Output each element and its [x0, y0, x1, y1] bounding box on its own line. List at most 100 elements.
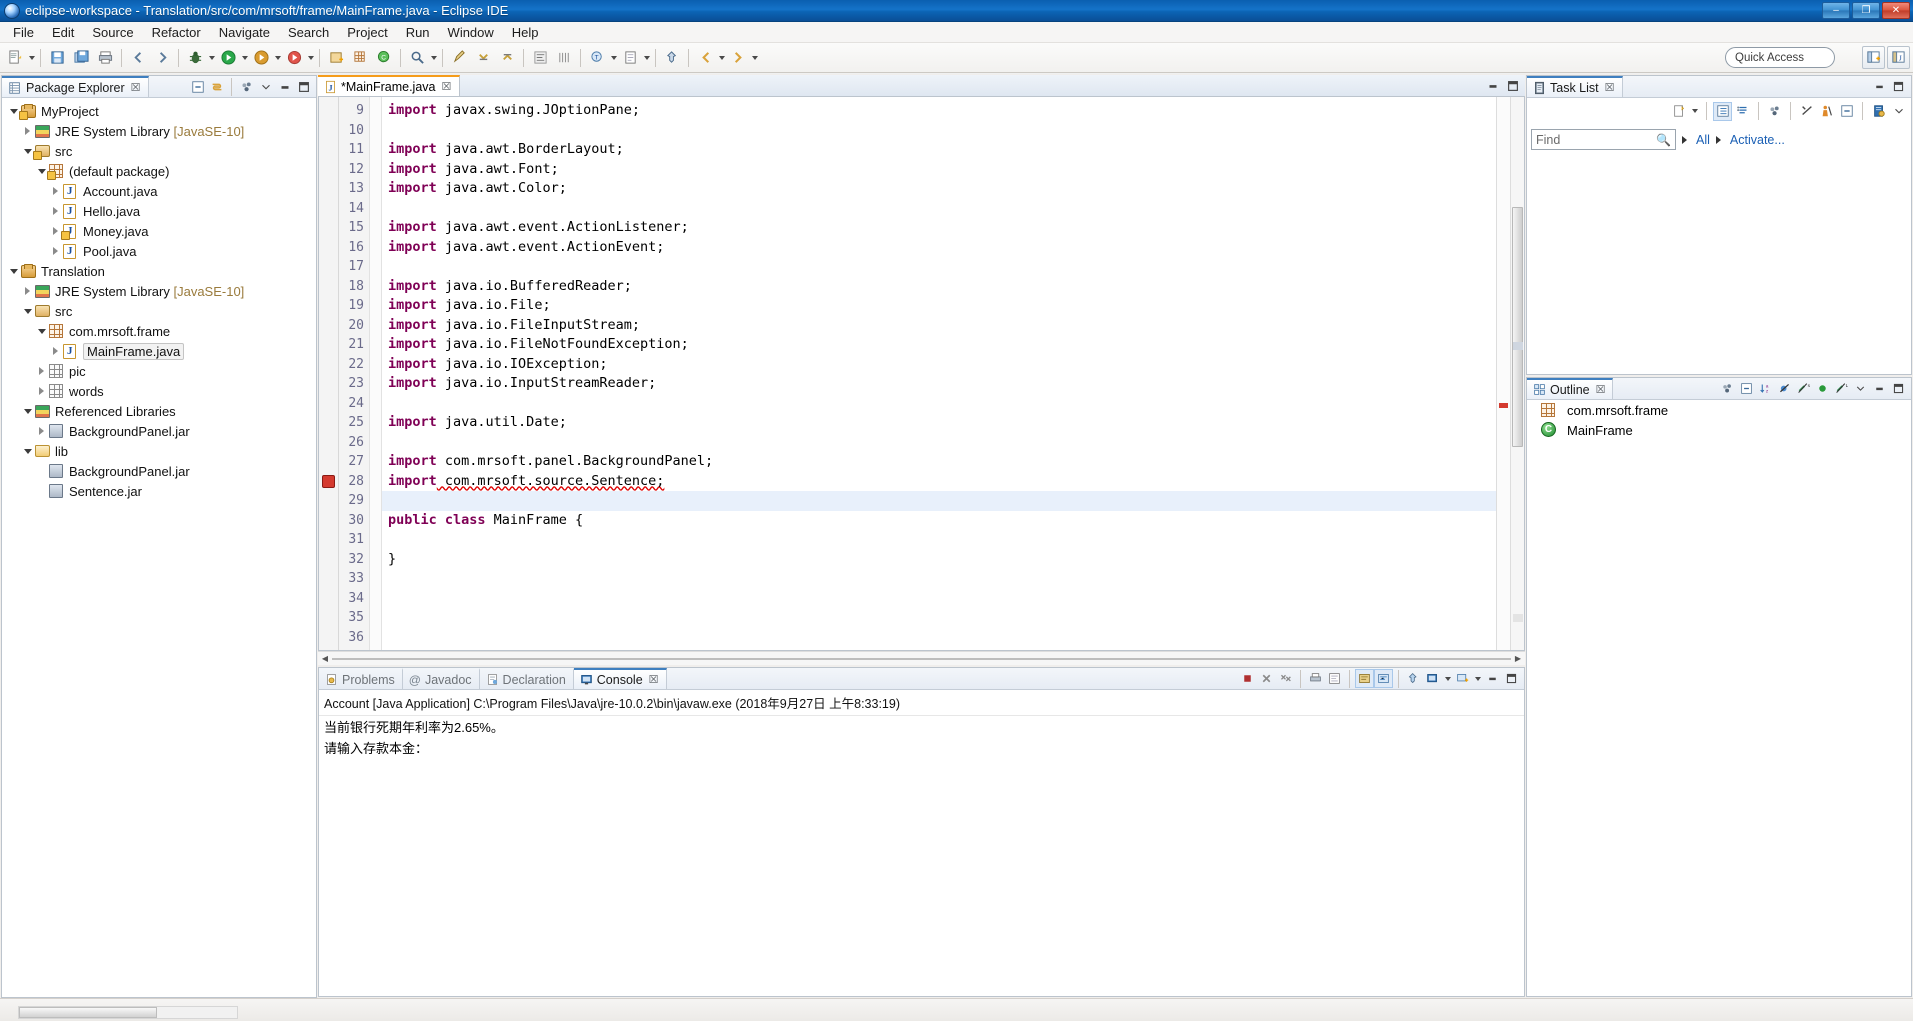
chevron-down-icon[interactable]: [20, 449, 35, 454]
tree-item[interactable]: (default package): [2, 161, 316, 181]
forward-history-dropdown-icon[interactable]: [750, 47, 759, 69]
menu-refactor[interactable]: Refactor: [143, 23, 210, 42]
code-line[interactable]: import java.awt.Color;: [388, 179, 1496, 199]
code-line[interactable]: [388, 608, 1496, 628]
save-icon[interactable]: [46, 47, 68, 69]
scroll-right-icon[interactable]: ▶: [1511, 652, 1525, 665]
chevron-right-icon[interactable]: [1682, 135, 1687, 144]
tree-item[interactable]: Pool.java: [2, 241, 316, 261]
minimize-view-icon[interactable]: [1871, 78, 1888, 95]
restore-tasks-icon[interactable]: [1818, 103, 1835, 120]
back-nav-icon[interactable]: [127, 47, 149, 69]
console-output[interactable]: Account [Java Application] C:\Program Fi…: [319, 690, 1524, 996]
new-dropdown-icon[interactable]: [27, 47, 36, 69]
hide-non-public-icon[interactable]: [1814, 380, 1831, 397]
display-selected-console-icon[interactable]: [1424, 670, 1441, 687]
save-all-icon[interactable]: [70, 47, 92, 69]
coverage-icon[interactable]: [250, 47, 272, 69]
marker-ruler[interactable]: [319, 97, 339, 650]
forward-history-icon[interactable]: [727, 47, 749, 69]
code-line[interactable]: import javax.swing.JOptionPane;: [388, 101, 1496, 121]
tab-declaration[interactable]: Declaration: [480, 668, 574, 689]
scroll-thumb[interactable]: [1512, 207, 1523, 447]
tab-console[interactable]: Console ☒: [573, 668, 667, 689]
toggle-mark-occurrences-icon[interactable]: [529, 47, 551, 69]
maximize-window-button[interactable]: ❐: [1852, 2, 1880, 19]
code-line[interactable]: public class MainFrame {: [388, 511, 1496, 531]
external-tools-icon[interactable]: [283, 47, 305, 69]
quick-access-input[interactable]: Quick Access: [1725, 47, 1835, 68]
tree-item[interactable]: Money.java: [2, 221, 316, 241]
tree-item[interactable]: BackgroundPanel.jar: [2, 461, 316, 481]
tree-item[interactable]: lib: [2, 441, 316, 461]
chevron-down-icon[interactable]: [257, 78, 274, 95]
code-line[interactable]: [388, 628, 1496, 648]
next-annotation-icon[interactable]: [472, 47, 494, 69]
collapse-all-icon[interactable]: [189, 78, 206, 95]
synchronize-changed-icon[interactable]: [1798, 103, 1815, 120]
code-line[interactable]: import java.awt.BorderLayout;: [388, 140, 1496, 160]
code-line[interactable]: import java.io.FileInputStream;: [388, 316, 1496, 336]
explorer-horizontal-scrollbar[interactable]: [18, 1006, 238, 1019]
chevron-right-icon[interactable]: [20, 287, 35, 295]
open-task-dropdown-icon[interactable]: [642, 47, 651, 69]
menu-project[interactable]: Project: [338, 23, 396, 42]
tab-outline[interactable]: Outline ☒: [1527, 378, 1614, 399]
collapse-all-icon[interactable]: [1738, 380, 1755, 397]
new-console-view-icon[interactable]: [1454, 670, 1471, 687]
menu-source[interactable]: Source: [83, 23, 142, 42]
tree-item[interactable]: Referenced Libraries: [2, 401, 316, 421]
external-tools-dropdown-icon[interactable]: [306, 47, 315, 69]
chevron-right-icon[interactable]: [48, 247, 63, 255]
remove-all-terminated-icon[interactable]: [1277, 670, 1294, 687]
sort-icon[interactable]: az: [1757, 380, 1774, 397]
maximize-editor-icon[interactable]: [1504, 77, 1521, 94]
scroll-lock-icon[interactable]: [1355, 669, 1374, 688]
close-icon[interactable]: ☒: [1596, 383, 1606, 396]
debug-dropdown-icon[interactable]: [207, 47, 216, 69]
new-package-icon[interactable]: [349, 47, 371, 69]
java-perspective-icon[interactable]: J: [1887, 46, 1910, 69]
code-line[interactable]: import java.io.InputStreamReader;: [388, 374, 1496, 394]
pin-editor-icon[interactable]: [661, 47, 683, 69]
open-perspective-icon[interactable]: [1862, 46, 1885, 69]
tree-item[interactable]: src: [2, 141, 316, 161]
tab-package-explorer[interactable]: Package Explorer ☒: [2, 76, 149, 97]
code-line[interactable]: [388, 257, 1496, 277]
task-repository-icon[interactable]: [1870, 103, 1887, 120]
new-task-dropdown-icon[interactable]: [1690, 100, 1699, 122]
chevron-right-icon[interactable]: [1715, 135, 1721, 144]
outline-item-class[interactable]: C MainFrame: [1527, 420, 1911, 440]
maximize-view-icon[interactable]: [1890, 78, 1907, 95]
tree-item[interactable]: Sentence.jar: [2, 481, 316, 501]
tab-task-list[interactable]: Task List ☒: [1527, 76, 1623, 97]
open-type-icon[interactable]: T: [586, 47, 608, 69]
chevron-right-icon[interactable]: [48, 207, 63, 215]
maximize-view-icon[interactable]: [1890, 380, 1907, 397]
hide-fields-icon[interactable]: [1776, 380, 1793, 397]
code-line[interactable]: import com.mrsoft.panel.BackgroundPanel;: [388, 452, 1496, 472]
code-line[interactable]: }: [388, 550, 1496, 570]
menu-help[interactable]: Help: [503, 23, 548, 42]
code-line[interactable]: import java.util.Date;: [388, 413, 1496, 433]
scroll-left-icon[interactable]: ◀: [318, 652, 332, 665]
hide-local-types-icon[interactable]: L: [1833, 380, 1850, 397]
focus-on-workweek-icon[interactable]: [1766, 103, 1783, 120]
tree-item[interactable]: Hello.java: [2, 201, 316, 221]
code-line[interactable]: import java.io.File;: [388, 296, 1496, 316]
minimize-console-icon[interactable]: [1484, 670, 1501, 687]
open-task-icon[interactable]: [619, 47, 641, 69]
tree-item[interactable]: com.mrsoft.frame: [2, 321, 316, 341]
close-icon[interactable]: ☒: [441, 80, 451, 93]
menu-search[interactable]: Search: [279, 23, 338, 42]
chevron-right-icon[interactable]: [48, 347, 63, 355]
minimize-editor-icon[interactable]: [1484, 77, 1501, 94]
menu-run[interactable]: Run: [397, 23, 439, 42]
print-console-icon[interactable]: [1307, 670, 1324, 687]
tree-item[interactable]: src: [2, 301, 316, 321]
code-line[interactable]: import java.awt.event.ActionEvent;: [388, 238, 1496, 258]
terminate-icon[interactable]: [1239, 670, 1256, 687]
open-type-dropdown-icon[interactable]: [609, 47, 618, 69]
tree-item[interactable]: JRE System Library [JavaSE-10]: [2, 121, 316, 141]
code-line[interactable]: import java.awt.event.ActionListener;: [388, 218, 1496, 238]
